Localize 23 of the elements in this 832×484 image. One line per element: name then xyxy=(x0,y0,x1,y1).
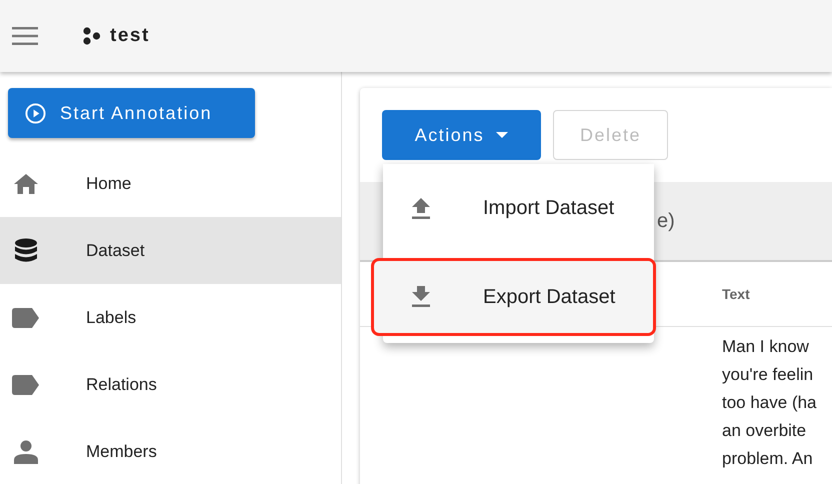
download-icon xyxy=(411,286,431,308)
play-icon xyxy=(25,102,46,124)
database-icon xyxy=(12,238,40,264)
table-cell-text: Man I know you're feelin too have (ha an overbite problem. An xyxy=(722,336,818,470)
nav-item[interactable]: Home xyxy=(0,150,341,217)
nav-item[interactable]: Relations xyxy=(0,351,341,418)
band-text: e) xyxy=(657,210,675,232)
upload-icon xyxy=(411,198,431,220)
nav-item[interactable]: Dataset xyxy=(0,217,341,284)
home-icon xyxy=(12,172,40,194)
app-title: test xyxy=(110,25,150,47)
nav-item[interactable]: Labels xyxy=(0,284,341,351)
label-icon xyxy=(12,308,40,328)
menu-icon[interactable] xyxy=(12,27,38,45)
column-header[interactable]: Text xyxy=(722,286,750,302)
nav-item[interactable]: Members xyxy=(0,418,341,484)
label-icon xyxy=(12,374,40,394)
logo-icon xyxy=(83,27,101,45)
person-icon xyxy=(12,440,40,464)
start-annotation-button[interactable]: Start Annotation xyxy=(8,88,255,138)
caret-icon xyxy=(496,132,508,138)
menu-item[interactable]: Import Dataset xyxy=(383,164,654,253)
actions-button[interactable]: Actions xyxy=(382,110,541,160)
